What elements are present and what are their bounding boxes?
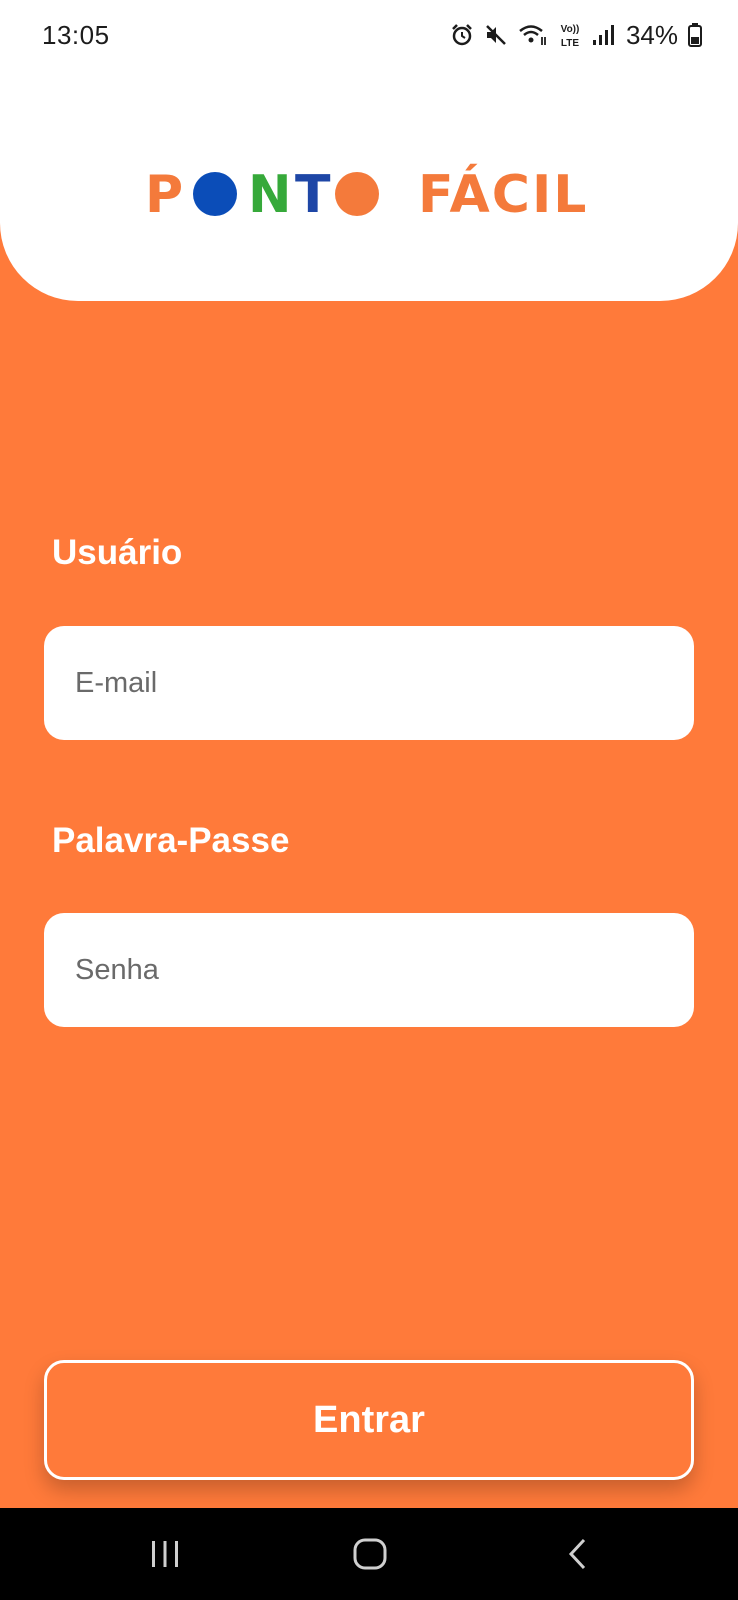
alarm-icon [450, 23, 474, 47]
recent-apps-button[interactable] [115, 1508, 215, 1600]
home-icon [353, 1538, 387, 1570]
header: 13:05 Vo)) LTE 34% P N T FÁCIL [0, 0, 738, 301]
status-time: 13:05 [42, 20, 110, 50]
enter-button[interactable]: Entrar [44, 1360, 694, 1480]
user-label: Usuário [52, 533, 183, 572]
password-field-container[interactable] [44, 913, 694, 1027]
logo-dot-blue [193, 172, 237, 216]
logo-letter-n: N [248, 165, 292, 225]
status-icons: Vo)) LTE 34% [450, 18, 702, 52]
password-label: Palavra-Passe [52, 821, 290, 860]
back-icon [568, 1538, 586, 1570]
svg-text:LTE: LTE [561, 38, 579, 49]
svg-text:Vo)): Vo)) [561, 24, 580, 35]
battery-icon [688, 23, 702, 47]
password-field[interactable] [73, 952, 665, 988]
email-field[interactable] [73, 665, 665, 701]
app-logo: P N T FÁCIL [145, 160, 595, 230]
back-button[interactable] [528, 1508, 628, 1600]
logo-dot-orange [335, 172, 379, 216]
battery-percent: 34% [625, 19, 678, 50]
home-button[interactable] [320, 1508, 420, 1600]
volte-icon: Vo)) LTE [558, 21, 582, 49]
recent-apps-icon [152, 1541, 178, 1567]
signal-icon [592, 24, 614, 46]
wifi-icon [518, 23, 548, 47]
mute-icon [484, 23, 508, 47]
logo-letter-t: T [295, 165, 331, 225]
status-bar: 13:05 Vo)) LTE 34% [0, 0, 738, 72]
enter-button-label: Entrar [313, 1398, 425, 1441]
logo-letter-p: P [145, 165, 183, 225]
logo-word-facil: FÁCIL [418, 164, 588, 225]
email-field-container[interactable] [44, 626, 694, 740]
navigation-bar [0, 1508, 738, 1600]
